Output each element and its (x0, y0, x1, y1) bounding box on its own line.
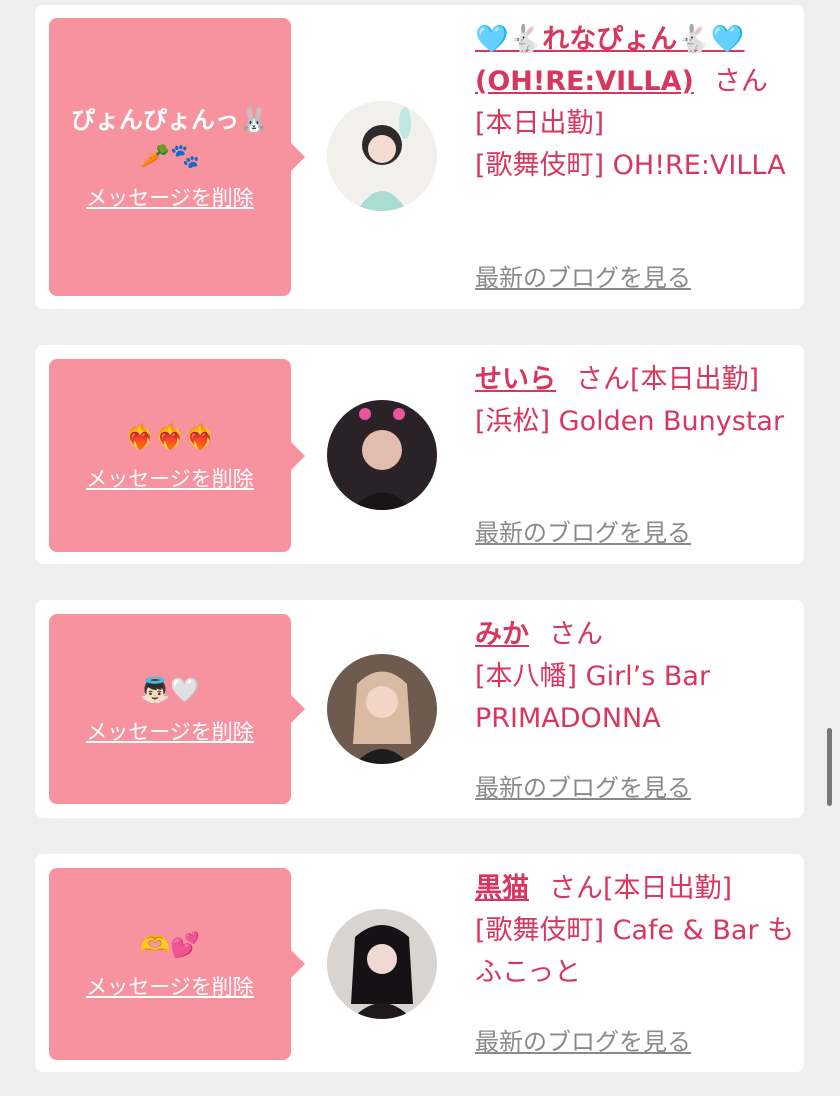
latest-blog-link[interactable]: 最新のブログを見る (475, 768, 691, 803)
message-bubble: ❤️‍🔥❤️‍🔥❤️‍🔥 メッセージを削除 (49, 359, 305, 552)
message-bubble: 🫶💕 メッセージを削除 (49, 868, 305, 1060)
honorific: さん (549, 873, 603, 904)
message-bubble: ぴょんぴょんっ🐰🥕🐾 メッセージを削除 (49, 18, 305, 296)
shop-location: [本八幡] Girl’s Bar PRIMADONNA (475, 661, 711, 734)
shop-location: [歌舞伎町] OH!RE:VILLA (475, 150, 786, 181)
scrollbar[interactable] (827, 728, 832, 806)
message-text: ぴょんぴょんっ🐰🥕🐾 (71, 106, 269, 170)
latest-blog-link[interactable]: 最新のブログを見る (475, 258, 691, 293)
message-card: 🫶💕 メッセージを削除 黒猫 さん[本日出勤] [歌舞伎町] Cafe & Bar… (35, 854, 804, 1072)
message-card: ぴょんぴょんっ🐰🥕🐾 メッセージを削除 🩵🐇れなぴょん🐇🩵(OH!RE:VILL… (35, 5, 804, 309)
avatar[interactable] (327, 909, 437, 1019)
delete-message-link[interactable]: メッセージを削除 (86, 182, 254, 212)
delete-message-link[interactable]: メッセージを削除 (86, 971, 254, 1001)
latest-blog-link[interactable]: 最新のブログを見る (475, 1022, 691, 1057)
avatar[interactable] (327, 101, 437, 211)
message-text: 👼🏻🤍 (140, 676, 200, 704)
cast-name-link[interactable]: せいら (475, 364, 556, 395)
cast-name-link[interactable]: みか (475, 619, 529, 650)
cast-info: 🩵🐇れなぴょん🐇🩵(OH!RE:VILLA) さん [本日出勤] [歌舞伎町] O… (475, 19, 800, 187)
message-card: ❤️‍🔥❤️‍🔥❤️‍🔥 メッセージを削除 せいら さん[本日出勤] [浜松] G… (35, 345, 804, 564)
message-bubble: 👼🏻🤍 メッセージを削除 (49, 614, 305, 804)
delete-message-link[interactable]: メッセージを削除 (86, 716, 254, 746)
work-status: [本日出勤] (603, 873, 733, 904)
message-text: ❤️‍🔥❤️‍🔥❤️‍🔥 (125, 422, 215, 451)
cast-name-link[interactable]: 黒猫 (475, 873, 529, 904)
shop-location: [浜松] Golden Bunystar (475, 406, 785, 437)
shop-location: [歌舞伎町] Cafe & Bar もふこっと (475, 915, 795, 988)
cast-name-link[interactable]: 🩵🐇れなぴょん🐇🩵(OH!RE:VILLA) (475, 24, 744, 97)
honorific: さん (549, 619, 603, 650)
cast-info: みか さん [本八幡] Girl’s Bar PRIMADONNA (475, 614, 800, 740)
honorific: さん (713, 66, 768, 97)
cast-info: 黒猫 さん[本日出勤] [歌舞伎町] Cafe & Bar もふこっと (475, 868, 800, 994)
work-status: [本日出勤] (475, 108, 605, 139)
message-card: 👼🏻🤍 メッセージを削除 みか さん [本八幡] Girl’s Bar PRIMA… (35, 600, 804, 818)
latest-blog-link[interactable]: 最新のブログを見る (475, 513, 691, 548)
honorific: さん (576, 364, 630, 395)
cast-info: せいら さん[本日出勤] [浜松] Golden Bunystar (475, 359, 800, 443)
avatar[interactable] (327, 400, 437, 510)
avatar[interactable] (327, 654, 437, 764)
message-text: 🫶💕 (140, 931, 200, 959)
work-status: [本日出勤] (630, 364, 760, 395)
delete-message-link[interactable]: メッセージを削除 (86, 463, 254, 493)
